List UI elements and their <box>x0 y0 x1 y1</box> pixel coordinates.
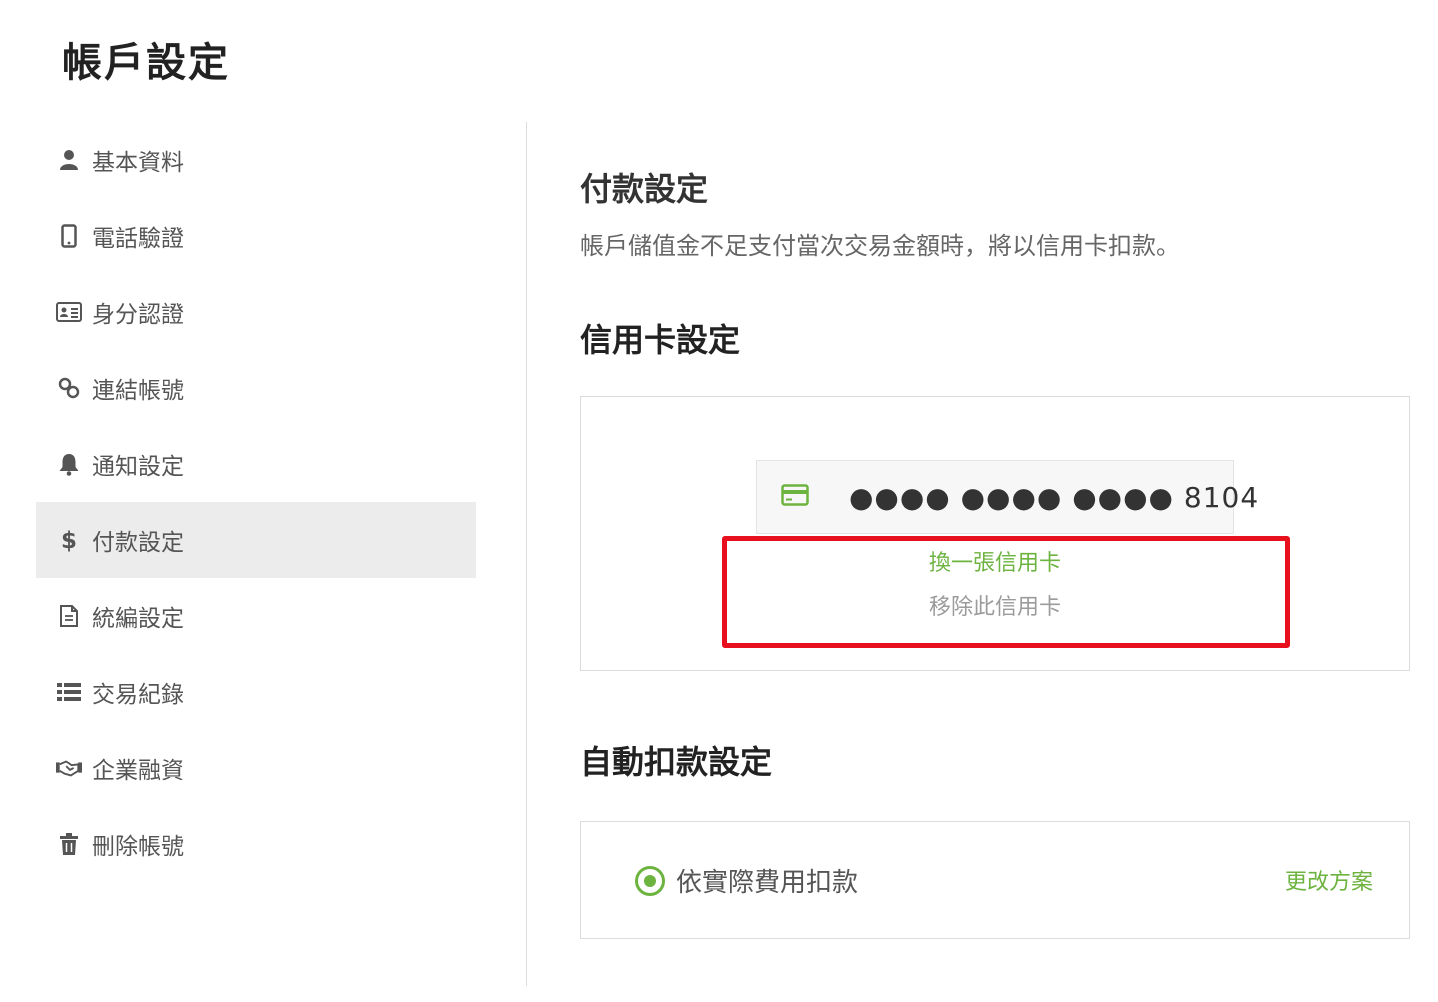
sidebar-item-tax-id-settings[interactable]: 統編設定 <box>36 578 476 654</box>
sidebar-item-business-financing[interactable]: 企業融資 <box>36 730 476 806</box>
remove-card-link[interactable]: 移除此信用卡 <box>581 589 1409 621</box>
radio-selected-dot <box>644 875 656 887</box>
sidebar-item-label: 基本資料 <box>92 150 184 176</box>
change-card-link[interactable]: 換一張信用卡 <box>581 545 1409 577</box>
sidebar-item-phone-verification[interactable]: 電話驗證 <box>36 198 476 274</box>
document-icon <box>56 603 82 629</box>
sidebar-item-label: 電話驗證 <box>92 226 184 252</box>
payment-settings-heading: 付款設定 <box>580 170 709 208</box>
sidebar-divider <box>526 122 527 986</box>
sidebar-item-label: 付款設定 <box>92 530 184 556</box>
list-icon <box>56 679 82 705</box>
sidebar-item-label: 統編設定 <box>92 606 184 632</box>
sidebar-item-label: 刪除帳號 <box>92 834 184 860</box>
credit-card-display: ●●●● ●●●● ●●●● 8104 <box>756 460 1258 534</box>
change-plan-link[interactable]: 更改方案 <box>1285 864 1373 896</box>
sidebar-item-delete-account[interactable]: 刪除帳號 <box>36 806 476 882</box>
payment-settings-description: 帳戶儲值金不足支付當次交易金額時，將以信用卡扣款。 <box>580 232 1180 260</box>
mobile-phone-icon <box>56 223 82 249</box>
credit-card-icon <box>781 484 809 510</box>
sidebar-item-label: 通知設定 <box>92 454 184 480</box>
masked-card-number: ●●●● ●●●● ●●●● 8104 <box>849 480 1260 514</box>
id-card-icon <box>56 299 82 325</box>
sidebar-item-notification-settings[interactable]: 通知設定 <box>36 426 476 502</box>
handshake-icon <box>56 755 82 781</box>
actual-cost-option-label: 依實際費用扣款 <box>676 868 859 898</box>
sidebar-item-transaction-records[interactable]: 交易紀錄 <box>36 654 476 730</box>
trash-icon <box>56 831 82 857</box>
sidebar-item-label: 身分認證 <box>92 302 184 328</box>
sidebar-item-label: 連結帳號 <box>92 378 184 404</box>
actual-cost-radio[interactable] <box>635 866 665 896</box>
sidebar-item-payment-settings[interactable]: $ 付款設定 <box>36 502 476 578</box>
credit-card-settings-heading: 信用卡設定 <box>580 321 741 359</box>
credit-card-panel: ●●●● ●●●● ●●●● 8104 換一張信用卡 移除此信用卡 <box>580 396 1410 671</box>
dollar-icon: $ <box>56 527 82 553</box>
sidebar-nav: 基本資料 電話驗證 身分認證 連結帳號 通知設定 $ 付款設定 統編設定 交易紀… <box>36 122 476 882</box>
bell-icon <box>56 451 82 477</box>
sidebar-item-label: 企業融資 <box>92 758 184 784</box>
auto-debit-settings-heading: 自動扣款設定 <box>580 743 773 781</box>
sidebar-item-basic-info[interactable]: 基本資料 <box>36 122 476 198</box>
auto-debit-panel: 依實際費用扣款 更改方案 <box>580 821 1410 939</box>
link-icon <box>56 375 82 401</box>
sidebar-item-linked-accounts[interactable]: 連結帳號 <box>36 350 476 426</box>
user-icon <box>56 147 82 173</box>
sidebar-item-identity-verification[interactable]: 身分認證 <box>36 274 476 350</box>
svg-text:$: $ <box>61 528 77 553</box>
page-title: 帳戶設定 <box>62 40 230 86</box>
sidebar-item-label: 交易紀錄 <box>92 682 184 708</box>
